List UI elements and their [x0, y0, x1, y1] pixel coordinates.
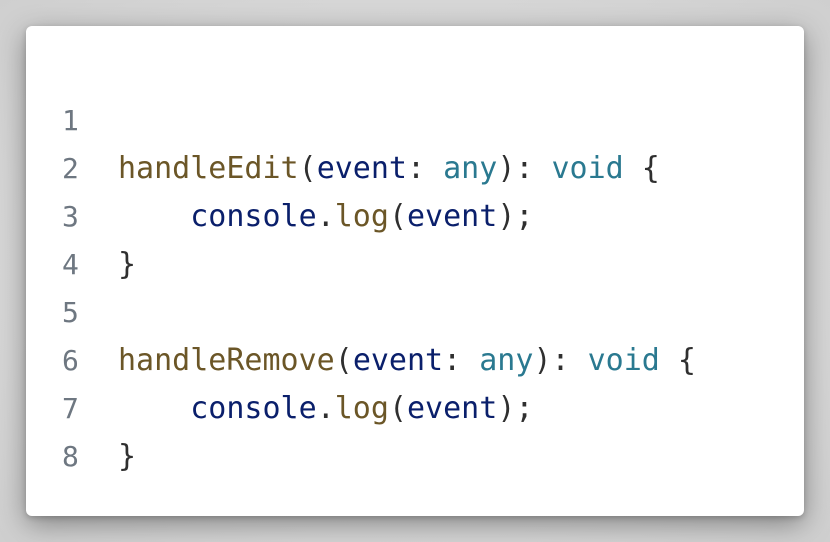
code-token: : — [443, 343, 480, 378]
code-token: ( — [388, 391, 407, 426]
code-token: handleEdit — [118, 151, 299, 186]
line-number: 3 — [62, 200, 79, 233]
code-token: . — [316, 199, 335, 234]
code-token: . — [316, 391, 335, 426]
code-token: ( — [298, 151, 317, 186]
code-token: console — [190, 199, 317, 234]
line-number: 4 — [62, 248, 79, 281]
code-line: 1 — [62, 97, 696, 145]
code-token: log — [334, 391, 389, 426]
code-token: any — [443, 151, 498, 186]
line-number: 6 — [62, 344, 79, 377]
code-text: } — [118, 433, 136, 481]
code-token: { — [659, 343, 696, 378]
code-line: 6 handleRemove(event: any): void { — [62, 337, 696, 385]
code-token: event — [316, 151, 407, 186]
code-token: ); — [497, 391, 534, 426]
code-token: console — [190, 391, 317, 426]
line-number: 2 — [62, 152, 79, 185]
code-token: } — [118, 439, 137, 474]
code-snippet-card: 1 2 handleEdit(event: any): void {3 consol… — [26, 26, 804, 516]
code-text: console.log(event); — [118, 193, 533, 241]
code-token: ): — [497, 151, 552, 186]
code-text: handleRemove(event: any): void { — [118, 337, 696, 385]
code-token: any — [479, 343, 534, 378]
code-token: event — [407, 391, 498, 426]
code-block: 1 2 handleEdit(event: any): void {3 consol… — [62, 97, 696, 481]
code-token: ( — [388, 199, 407, 234]
code-token: void — [551, 151, 624, 186]
code-line: 3 console.log(event); — [62, 193, 696, 241]
line-number: 1 — [62, 104, 79, 137]
code-token: ( — [334, 343, 353, 378]
code-token: void — [587, 343, 660, 378]
code-token: handleRemove — [118, 343, 335, 378]
code-token: : — [407, 151, 444, 186]
code-token: ): — [533, 343, 588, 378]
line-number: 5 — [62, 296, 79, 329]
code-token: log — [334, 199, 389, 234]
line-number: 7 — [62, 392, 79, 425]
code-token: event — [352, 343, 444, 378]
code-line: 4} — [62, 241, 696, 289]
code-token: } — [118, 247, 137, 282]
code-text: handleEdit(event: any): void { — [118, 145, 660, 193]
code-token: { — [623, 151, 660, 186]
code-line: 5 — [62, 289, 696, 337]
code-text: console.log(event); — [118, 385, 533, 433]
code-line: 2 handleEdit(event: any): void { — [62, 145, 696, 193]
code-token: ); — [497, 199, 534, 234]
code-line: 7 console.log(event); — [62, 385, 696, 433]
code-token: event — [407, 199, 498, 234]
code-text: } — [118, 241, 136, 289]
line-number: 8 — [62, 440, 79, 473]
code-line: 8} — [62, 433, 696, 481]
